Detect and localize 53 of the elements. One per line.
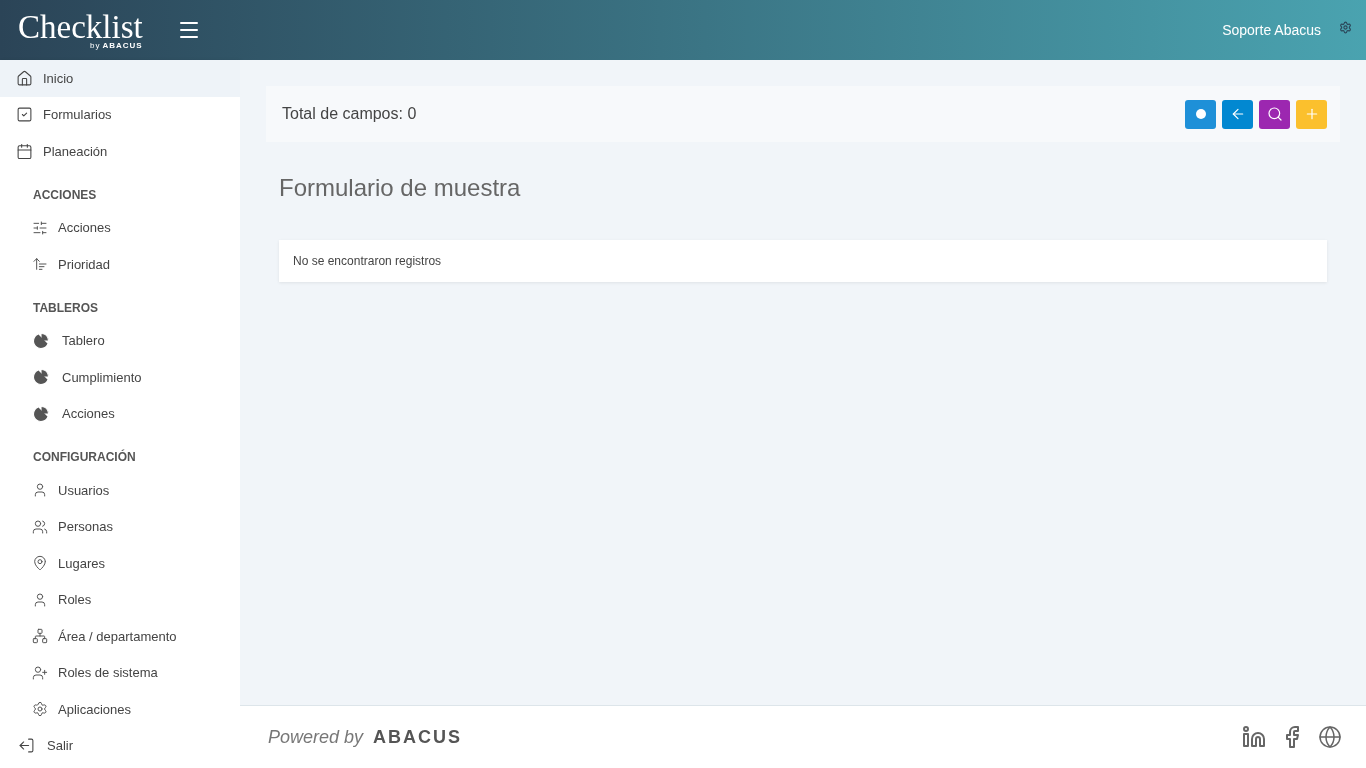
empty-message: No se encontraron registros bbox=[279, 240, 1327, 282]
settings-button[interactable] bbox=[1339, 20, 1352, 34]
user-plus-icon bbox=[32, 664, 48, 681]
checkbox-icon bbox=[16, 106, 33, 124]
brand-logo: ABACUS bbox=[373, 726, 463, 748]
sidebar-item[interactable]: Prioridad bbox=[0, 246, 240, 283]
globe-link[interactable] bbox=[1318, 725, 1342, 749]
user-icon bbox=[32, 591, 48, 608]
sidebar-item[interactable]: Aplicaciones bbox=[0, 691, 240, 728]
search-button[interactable] bbox=[1259, 99, 1290, 129]
calendar-icon bbox=[16, 142, 33, 160]
logo: Checklist by ABACUS bbox=[18, 10, 143, 50]
user-icon bbox=[32, 482, 48, 499]
logout-item[interactable]: Salir bbox=[0, 727, 240, 764]
sidebar-item[interactable]: Acciones bbox=[0, 395, 240, 432]
section-title: CONFIGURACIÓN bbox=[32, 448, 137, 466]
globe-icon bbox=[1318, 725, 1342, 749]
dot-icon bbox=[1194, 108, 1207, 120]
total-fields: Total de campos: 0 bbox=[282, 105, 417, 123]
sidebar-item[interactable]: Roles bbox=[0, 581, 240, 618]
section-title: TABLEROS bbox=[32, 299, 100, 317]
linkedin-link[interactable] bbox=[1242, 725, 1266, 749]
pie-chart-icon bbox=[32, 331, 50, 350]
record-button[interactable] bbox=[1185, 99, 1216, 129]
settings-icon bbox=[32, 701, 48, 718]
search-icon bbox=[1266, 106, 1283, 122]
sidebar-item[interactable]: Lugares bbox=[0, 545, 240, 582]
org-chart-icon bbox=[32, 628, 48, 645]
logout-icon bbox=[18, 737, 35, 755]
page-title: Formulario de muestra bbox=[279, 174, 522, 202]
sidebar-item[interactable]: Acciones bbox=[0, 209, 240, 246]
sidebar-item[interactable]: Personas bbox=[0, 508, 240, 545]
pie-chart-icon bbox=[32, 368, 50, 387]
sidebar-item[interactable]: Área / departamento bbox=[0, 618, 240, 655]
users-icon bbox=[32, 518, 48, 535]
sidebar-item[interactable]: Tablero bbox=[0, 322, 240, 359]
home-icon bbox=[16, 69, 33, 87]
sidebar-item[interactable]: Roles de sistema bbox=[0, 654, 240, 691]
user-name: Soporte Abacus bbox=[1222, 22, 1321, 38]
pie-chart-icon bbox=[32, 404, 50, 423]
back-button[interactable] bbox=[1222, 99, 1253, 129]
powered-by: Powered by bbox=[268, 726, 364, 748]
sidebar-item[interactable]: Formularios bbox=[0, 96, 240, 133]
sidebar-item[interactable]: Usuarios bbox=[0, 472, 240, 509]
sidebar-item[interactable]: Inicio bbox=[0, 60, 240, 97]
sort-icon bbox=[32, 256, 48, 273]
sliders-icon bbox=[32, 219, 48, 236]
sidebar-item[interactable]: Cumplimiento bbox=[0, 359, 240, 396]
map-pin-icon bbox=[32, 555, 48, 572]
linkedin-icon bbox=[1242, 725, 1266, 749]
sidebar-item[interactable]: Planeación bbox=[0, 133, 240, 170]
section-title: ACCIONES bbox=[32, 186, 98, 204]
settings-icon bbox=[1339, 20, 1352, 34]
